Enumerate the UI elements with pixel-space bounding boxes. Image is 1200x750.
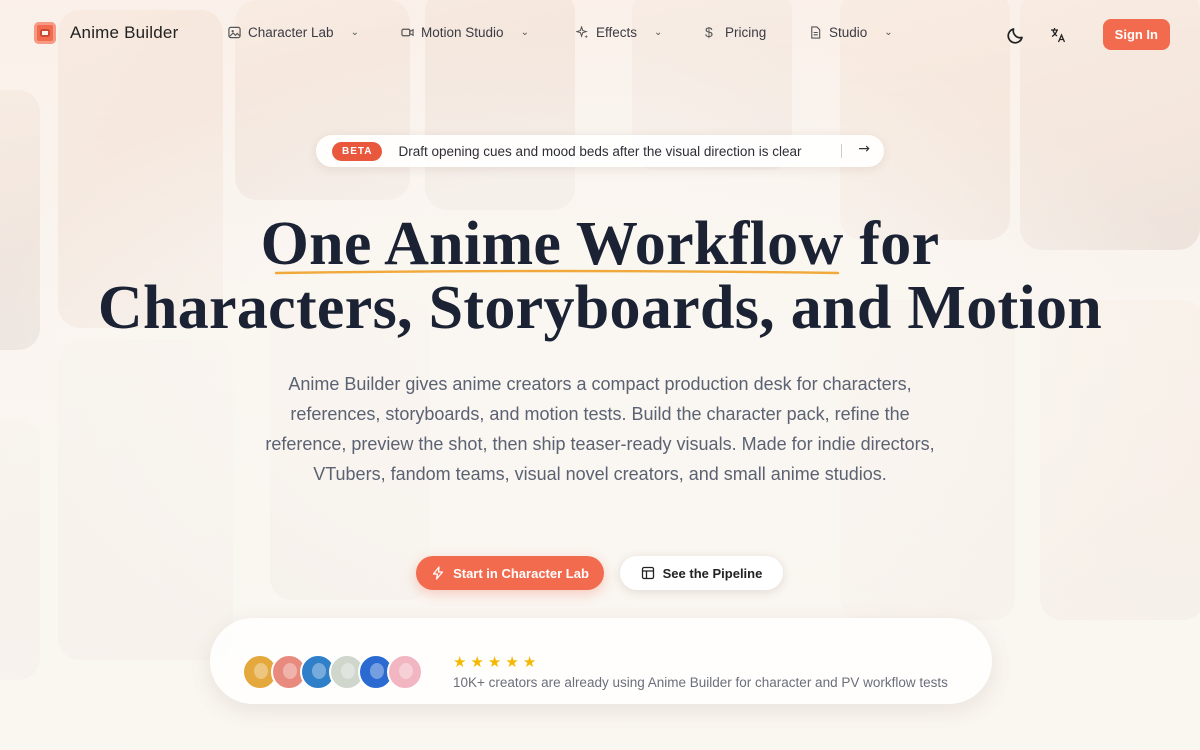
nav-item-pricing[interactable]: $ Pricing [705, 25, 766, 40]
chevron-down-icon: ⌄ [884, 27, 893, 38]
social-proof-card: ★ ★ ★ ★ ★ 10K+ creators are already usin… [210, 618, 992, 704]
video-icon [401, 28, 414, 37]
nav-item-character-lab[interactable]: Character Lab ⌄ [228, 25, 359, 40]
nav-item-label: Studio [829, 25, 868, 40]
rating-stars: ★ ★ ★ ★ ★ [453, 653, 536, 671]
theme-toggle-button[interactable] [1005, 24, 1027, 46]
button-label: See the Pipeline [662, 565, 763, 581]
star-icon: ★ [522, 653, 537, 671]
nav-item-label: Pricing [725, 25, 767, 40]
star-icon: ★ [453, 653, 467, 671]
nav-item-motion-studio[interactable]: Motion Studio ⌄ [401, 25, 529, 40]
nav-item-label: Character Lab [248, 25, 334, 40]
start-character-lab-button[interactable]: Start in Character Lab [416, 556, 604, 590]
sign-in-button[interactable]: Sign In [1102, 19, 1170, 50]
hero-title-line-2: Characters, Storyboards, and Motion [97, 274, 1103, 342]
chevron-down-icon: ⌄ [520, 27, 529, 38]
announcement-banner[interactable]: BETA Draft opening cues and mood beds af… [316, 135, 884, 167]
logo-icon [34, 22, 56, 44]
lightning-icon [432, 566, 444, 580]
top-navigation: Anime Builder Character Lab ⌄ Motion Stu… [0, 0, 1200, 68]
star-icon: ★ [487, 653, 502, 671]
social-proof-text: 10K+ creators are already using Anime Bu… [453, 675, 948, 690]
brand[interactable]: Anime Builder [34, 22, 178, 44]
divider [841, 144, 842, 158]
nav-item-studio[interactable]: Studio ⌄ [809, 25, 893, 40]
arrow-right-icon[interactable]: → [858, 141, 870, 157]
sparkles-icon [576, 26, 589, 39]
chevron-down-icon: ⌄ [350, 27, 359, 38]
chevron-down-icon: ⌄ [654, 27, 663, 38]
button-label: Start in Character Lab [453, 565, 589, 581]
nav-item-effects[interactable]: Effects ⌄ [576, 25, 662, 40]
star-icon: ★ [470, 653, 484, 671]
announcement-text: Draft opening cues and mood beds after t… [398, 143, 802, 159]
hero-subtitle: Anime Builder gives anime creators a com… [265, 374, 935, 484]
see-pipeline-button[interactable]: See the Pipeline [620, 556, 783, 590]
language-button[interactable] [1047, 24, 1069, 46]
star-icon: ★ [505, 653, 519, 671]
translate-icon [1050, 27, 1065, 42]
avatar [387, 654, 423, 690]
nav-item-label: Effects [596, 25, 638, 40]
brand-name: Anime Builder [70, 23, 179, 42]
image-icon [228, 26, 241, 39]
moon-icon [1007, 27, 1023, 44]
layout-icon [641, 566, 654, 580]
nav-item-label: Motion Studio [421, 25, 504, 40]
dollar-icon: $ [705, 24, 713, 40]
avatar-group [242, 654, 423, 690]
document-icon [811, 26, 821, 39]
hero-title-line-1: One Anime Workflow for [260, 210, 940, 278]
hero-title: One Anime Workflow for Characters, Story… [0, 212, 1200, 340]
beta-badge: BETA [332, 141, 383, 161]
